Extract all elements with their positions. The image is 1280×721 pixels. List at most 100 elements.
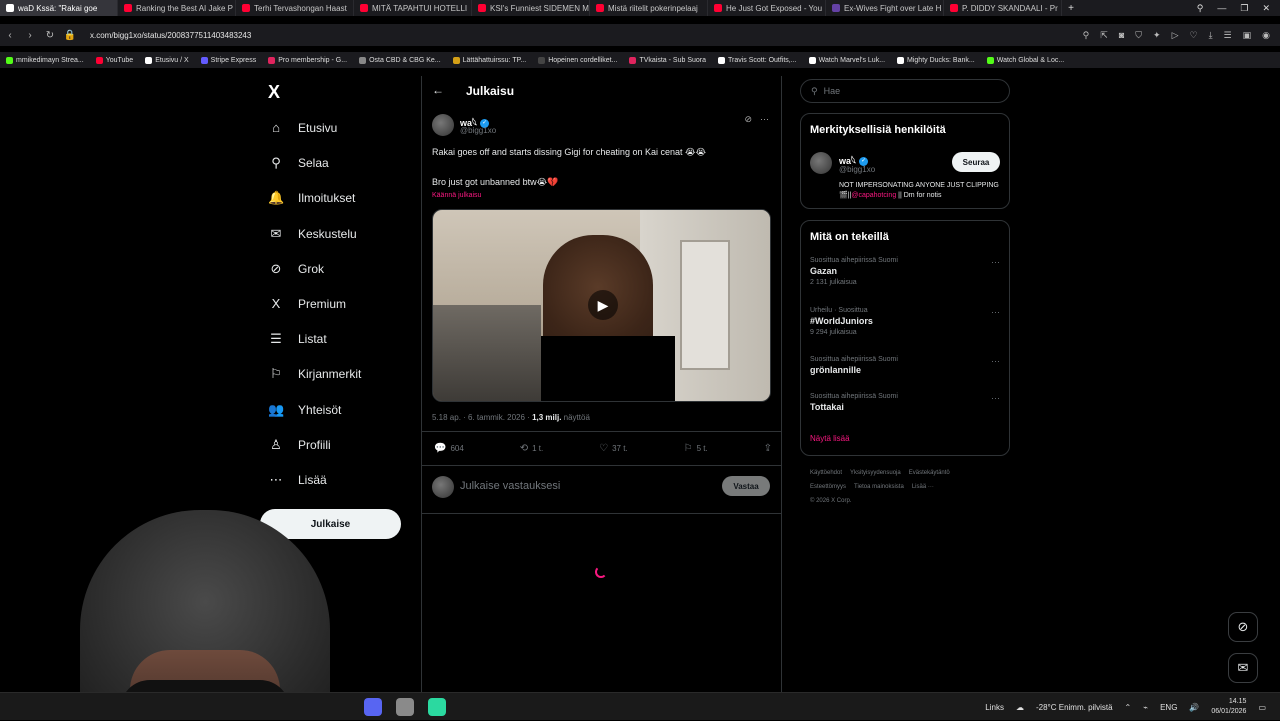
play-icon[interactable]: ▶ xyxy=(588,290,618,320)
share-icon[interactable]: ⇱ xyxy=(1100,30,1108,41)
trend-item[interactable]: Suosittua aihepiirissä Suomi Gazan 2 131 j… xyxy=(810,257,1000,286)
maximize-icon[interactable]: ❐ xyxy=(1240,3,1248,14)
forward-arrow-icon[interactable]: › xyxy=(20,30,40,41)
trend-item[interactable]: Urheilu · Suosittua #WorldJuniors 9 294 ju… xyxy=(810,307,1000,336)
trend-item[interactable]: Suosittua aihepiirissä Suomi Tottakai ··· xyxy=(810,393,1000,412)
bookmark-item[interactable]: Travis Scott: Outfits,... xyxy=(718,56,797,64)
x-logo[interactable]: X xyxy=(268,82,280,103)
volume-icon[interactable]: 🔊 xyxy=(1189,703,1199,712)
bookmark-item[interactable]: YouTube xyxy=(95,56,133,64)
sidebar-item-ilmoitukset[interactable]: 🔔 Ilmoitukset xyxy=(268,190,355,206)
footer-link[interactable]: Esteettömyys xyxy=(810,484,846,490)
person-handle[interactable]: @bigg1xo xyxy=(839,165,875,174)
bookmark-item[interactable]: mmikedimayn Strea... xyxy=(6,56,84,64)
bookmark-item[interactable]: TVkaista - Sub Suora xyxy=(629,56,706,64)
sidebar-item-keskustelu[interactable]: ✉ Keskustelu xyxy=(268,226,357,242)
translate-link[interactable]: Käännä julkaisu xyxy=(432,192,481,199)
download-icon[interactable]: ⤓ xyxy=(1209,30,1213,41)
zoom-icon[interactable]: ⚲ xyxy=(1083,30,1090,41)
browser-tab[interactable]: KSI's Funniest SIDEMEN M xyxy=(472,0,590,16)
streaming-app-icon[interactable] xyxy=(428,698,446,716)
back-arrow-icon[interactable]: ‹ xyxy=(0,30,20,41)
browser-tab[interactable]: MITÄ TAPAHTUI HOTELLI xyxy=(354,0,472,16)
browser-tab[interactable]: Terhi Tervashongan Haast xyxy=(236,0,354,16)
profile-icon[interactable]: ◉ xyxy=(1262,30,1270,41)
shield-icon[interactable]: ⛉ xyxy=(1135,30,1142,41)
url-field[interactable]: x.com/bigg1xo/status/2008377511403483243 xyxy=(90,31,251,40)
bookmark-item[interactable]: Pro membership - G... xyxy=(268,56,347,64)
grok-float-icon[interactable]: ⊘ xyxy=(1228,612,1258,642)
reply-action[interactable]: 💬 604 xyxy=(434,443,464,454)
repost-action[interactable]: ⟲ 1 t. xyxy=(520,443,544,454)
reload-icon[interactable]: ↻ xyxy=(40,30,60,41)
camera-icon[interactable]: ◙ xyxy=(1119,30,1124,41)
post-time[interactable]: 5.18 ap. · 6. tammik. 2026 · xyxy=(432,413,530,422)
bookmark-item[interactable]: Lättähattuirssu: TP... xyxy=(452,56,526,64)
show-more-link[interactable]: Näytä lisää xyxy=(810,434,850,443)
search-input[interactable]: ⚲ Hae xyxy=(800,79,1010,103)
footer-link[interactable]: Tietoa mainoksista xyxy=(854,484,904,490)
sidebar-item-premium[interactable]: X Premium xyxy=(268,296,346,311)
browser-tab[interactable]: He Just Got Exposed - You xyxy=(708,0,826,16)
browser-tab[interactable]: Ex-Wives Fight over Late H xyxy=(826,0,944,16)
sidebar-item-profiili[interactable]: ♙ Profiili xyxy=(268,437,331,453)
sidebar-item-kirjanmerkit[interactable]: ⚐ Kirjanmerkit xyxy=(268,366,361,382)
more-icon[interactable]: ··· xyxy=(991,307,1000,317)
reply-input[interactable]: Julkaise vastauksesi xyxy=(460,480,560,492)
sidebar-item-etusivu[interactable]: ⌂ Etusivu xyxy=(268,120,337,135)
heart-icon[interactable]: ♡ xyxy=(1189,30,1197,41)
sidebar-item-lisää[interactable]: ⋯ Lisää xyxy=(268,472,327,488)
avatar[interactable] xyxy=(432,114,454,136)
browser-tab[interactable]: Mistä riitelit pokerinpelaaj xyxy=(590,0,708,16)
extension-icon[interactable]: ✦ xyxy=(1153,30,1161,41)
bookmark-item[interactable]: Osta CBD & CBG Ke... xyxy=(359,56,441,64)
bookmark-item[interactable]: Mighty Ducks: Bank... xyxy=(897,56,975,64)
sidebar-item-yhteisöt[interactable]: 👥 Yhteisöt xyxy=(268,402,341,418)
bio-mention-link[interactable]: @capahotcing xyxy=(851,192,896,199)
author-handle[interactable]: @bigg1xo xyxy=(460,126,496,135)
browser-tab[interactable]: waD Kssä: "Rakai goe xyxy=(0,0,118,16)
clock[interactable]: 14.15 06/01/2026 xyxy=(1211,697,1246,717)
back-arrow-icon[interactable]: ← xyxy=(432,83,444,97)
menu-icon[interactable]: ☰ xyxy=(1224,30,1232,41)
more-icon[interactable]: ··· xyxy=(760,114,769,125)
messages-float-icon[interactable]: ✉ xyxy=(1228,653,1258,683)
chevron-up-icon[interactable]: ⌃ xyxy=(1125,703,1132,712)
language[interactable]: ENG xyxy=(1160,703,1177,712)
footer-link[interactable]: Yksityisyydensuoja xyxy=(850,470,901,476)
trend-item[interactable]: Suosittua aihepiirissä Suomi grönlannille… xyxy=(810,356,1000,375)
reply-button[interactable]: Vastaa xyxy=(722,476,770,496)
more-icon[interactable]: ··· xyxy=(991,257,1000,267)
search-tabs-icon[interactable]: ⚲ xyxy=(1197,3,1204,14)
sidebar-item-selaa[interactable]: ⚲ Selaa xyxy=(268,155,328,171)
more-icon[interactable]: ··· xyxy=(991,393,1000,403)
footer-link[interactable]: Evästekäytäntö xyxy=(909,470,950,476)
sidebar-item-grok[interactable]: ⊘ Grok xyxy=(268,261,324,277)
app-icon[interactable] xyxy=(396,698,414,716)
footer-link[interactable]: © 2026 X Corp. xyxy=(810,498,851,504)
bookmark-item[interactable]: Stripe Express xyxy=(200,56,256,64)
browser-tab[interactable]: Ranking the Best AI Jake P xyxy=(118,0,236,16)
like-action[interactable]: ♡ 37 t. xyxy=(599,443,628,454)
notification-icon[interactable]: ▭ xyxy=(1258,703,1266,712)
share-action[interactable]: ⇪ xyxy=(764,443,772,454)
browser-tab[interactable]: P. DIDDY SKANDAALI - Pr xyxy=(944,0,1062,16)
sidebar-item-listat[interactable]: ☰ Listat xyxy=(268,331,327,347)
close-window-icon[interactable]: ✕ xyxy=(1262,3,1270,14)
bookmark-item[interactable]: Watch Global & Loc... xyxy=(986,56,1064,64)
avatar[interactable] xyxy=(810,152,832,174)
network-icon[interactable]: ⌁ xyxy=(1143,703,1148,712)
more-icon[interactable]: ··· xyxy=(991,356,1000,366)
footer-link[interactable]: Lisää ··· xyxy=(912,484,934,490)
grok-icon[interactable]: ⊘ xyxy=(744,114,752,125)
bookmark-action[interactable]: ⚐ 5 t. xyxy=(684,443,708,454)
new-tab-button[interactable]: + xyxy=(1062,3,1080,14)
bookmark-item[interactable]: Etusivu / X xyxy=(145,56,189,64)
bookmark-item[interactable]: Watch Marvel's Luk... xyxy=(808,56,885,64)
weather-text[interactable]: -28°C Enimm. pilvistä xyxy=(1036,703,1113,712)
bookmark-item[interactable]: Hopeinen cordelliket... xyxy=(538,56,617,64)
discord-icon[interactable] xyxy=(364,698,382,716)
video-player[interactable]: ▶ xyxy=(432,209,771,402)
footer-link[interactable]: Käyttöehdot xyxy=(810,470,842,476)
follow-button[interactable]: Seuraa xyxy=(952,152,1000,172)
